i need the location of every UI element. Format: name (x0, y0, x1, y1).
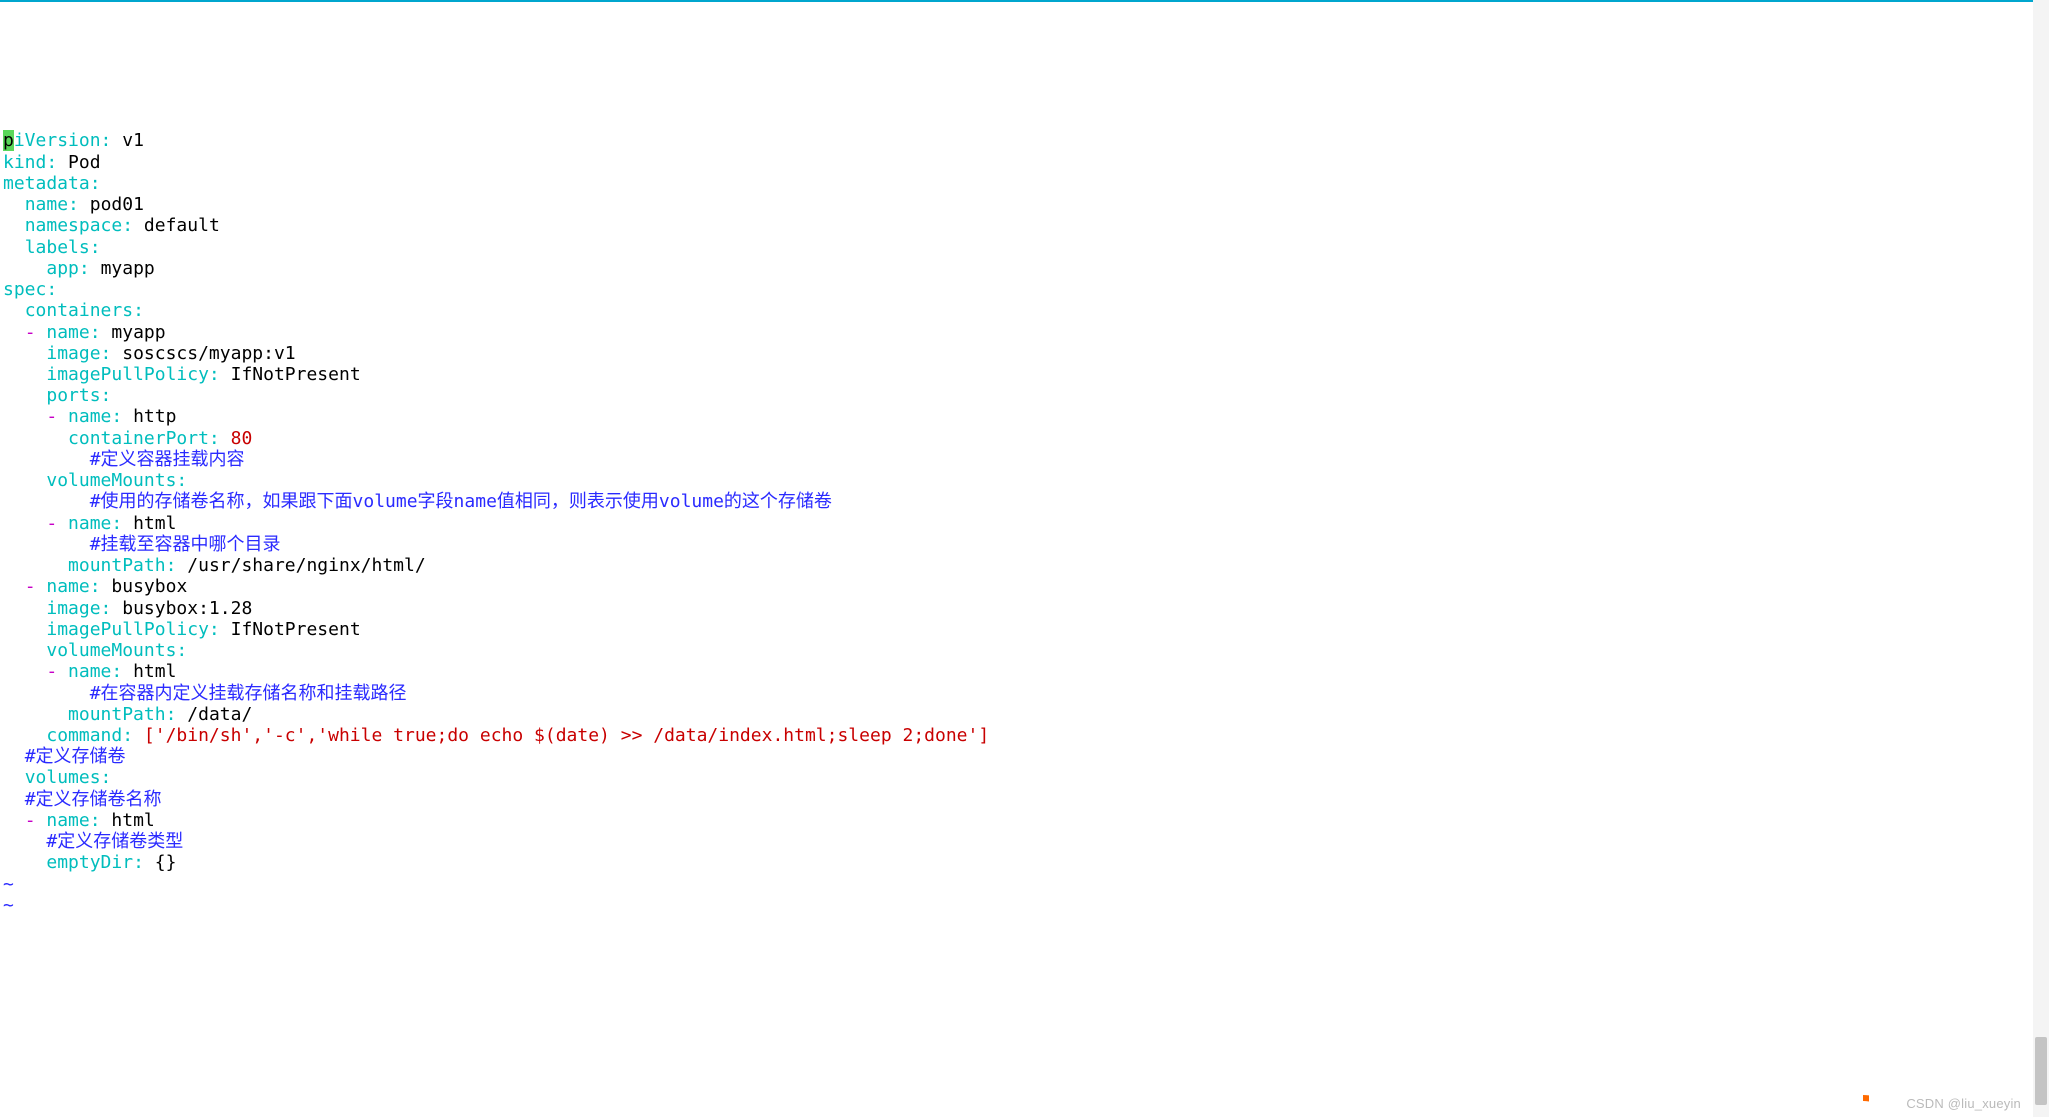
value-port-name: http (133, 406, 176, 427)
key-c0-ipp: imagePullPolicy (46, 364, 209, 385)
value-c1-ipp: IfNotPresent (231, 619, 361, 640)
value-vm1-mountpath: /data/ (187, 704, 252, 725)
value-containerport: 80 (231, 428, 253, 449)
key-app: app (46, 258, 79, 279)
key-name: name (25, 194, 68, 215)
top-border (0, 0, 2033, 2)
key-vm0-mountpath: mountPath (68, 555, 166, 576)
comment-vm-usage: #使用的存储卷名称，如果跟下面volume字段name值相同，则表示使用volu… (90, 491, 832, 512)
value-c1-image: busybox:1.28 (122, 598, 252, 619)
comment-define-mount: #定义容器挂载内容 (90, 449, 245, 470)
key-spec: spec (3, 279, 46, 300)
key-containerport: containerPort (68, 428, 209, 449)
value-c0-ipp: IfNotPresent (231, 364, 361, 385)
value-vol0-name: html (111, 810, 154, 831)
key-c0-image: image (46, 343, 100, 364)
key-kind: kind (3, 152, 46, 173)
watermark-text: CSDN @liu_xueyin (1906, 1096, 2021, 1111)
key-vm1-name: name (68, 661, 111, 682)
key-c1-volmounts: volumeMounts (46, 640, 176, 661)
value-c0-name: myapp (111, 322, 165, 343)
value-vm0-name: html (133, 513, 176, 534)
value-command: ['/bin/sh','-c','while true;do echo $(da… (144, 725, 989, 746)
key-emptydir: emptyDir (46, 852, 133, 873)
value-namespace: default (144, 215, 220, 236)
colon: : (101, 130, 112, 151)
key-port-name: name (68, 406, 111, 427)
key-command: command (46, 725, 122, 746)
cursor: p (3, 130, 14, 151)
value-emptydir: {} (155, 852, 177, 873)
comment-define-volume-type: #定义存储卷类型 (46, 831, 183, 852)
comment-define-inside: #在容器内定义挂载存储名称和挂载路径 (90, 683, 407, 704)
value-c0-image: soscscs/myapp:v1 (122, 343, 295, 364)
key-vm0-name: name (68, 513, 111, 534)
key-containers: containers (25, 300, 133, 321)
comment-mount-dir: #挂载至容器中哪个目录 (90, 534, 281, 555)
code-content: piVersion: v1 kind: Pod metadata: name: … (3, 130, 989, 915)
value-kind: Pod (68, 152, 101, 173)
comment-define-volume-name: #定义存储卷名称 (25, 789, 162, 810)
key-volumes: volumes (25, 767, 101, 788)
value-c1-name: busybox (111, 576, 187, 597)
key-c1-name: name (46, 576, 89, 597)
value-name: pod01 (90, 194, 144, 215)
key-c0-volmounts: volumeMounts (46, 470, 176, 491)
key-c0-ports: ports (46, 385, 100, 406)
key-metadata: metadata (3, 173, 90, 194)
key-namespace: namespace (25, 215, 123, 236)
key-apiversion-rest: iVersion (14, 130, 101, 151)
key-vol0-name: name (46, 810, 89, 831)
value-apiversion: v1 (122, 130, 144, 151)
eof-tilde: ~ (3, 895, 14, 916)
key-c1-image: image (46, 598, 100, 619)
comment-define-volume: #定义存储卷 (25, 746, 126, 767)
key-c0-name: name (46, 322, 89, 343)
value-app: myapp (101, 258, 155, 279)
eof-tilde: ~ (3, 874, 14, 895)
value-vm0-mountpath: /usr/share/nginx/html/ (187, 555, 425, 576)
page-curl-icon (1827, 1075, 1869, 1117)
scrollbar[interactable] (2033, 0, 2049, 1117)
key-c1-ipp: imagePullPolicy (46, 619, 209, 640)
key-vm1-mountpath: mountPath (68, 704, 166, 725)
scrollbar-thumb[interactable] (2035, 1037, 2047, 1105)
dash: - (25, 322, 36, 343)
value-vm1-name: html (133, 661, 176, 682)
key-labels: labels (25, 237, 90, 258)
